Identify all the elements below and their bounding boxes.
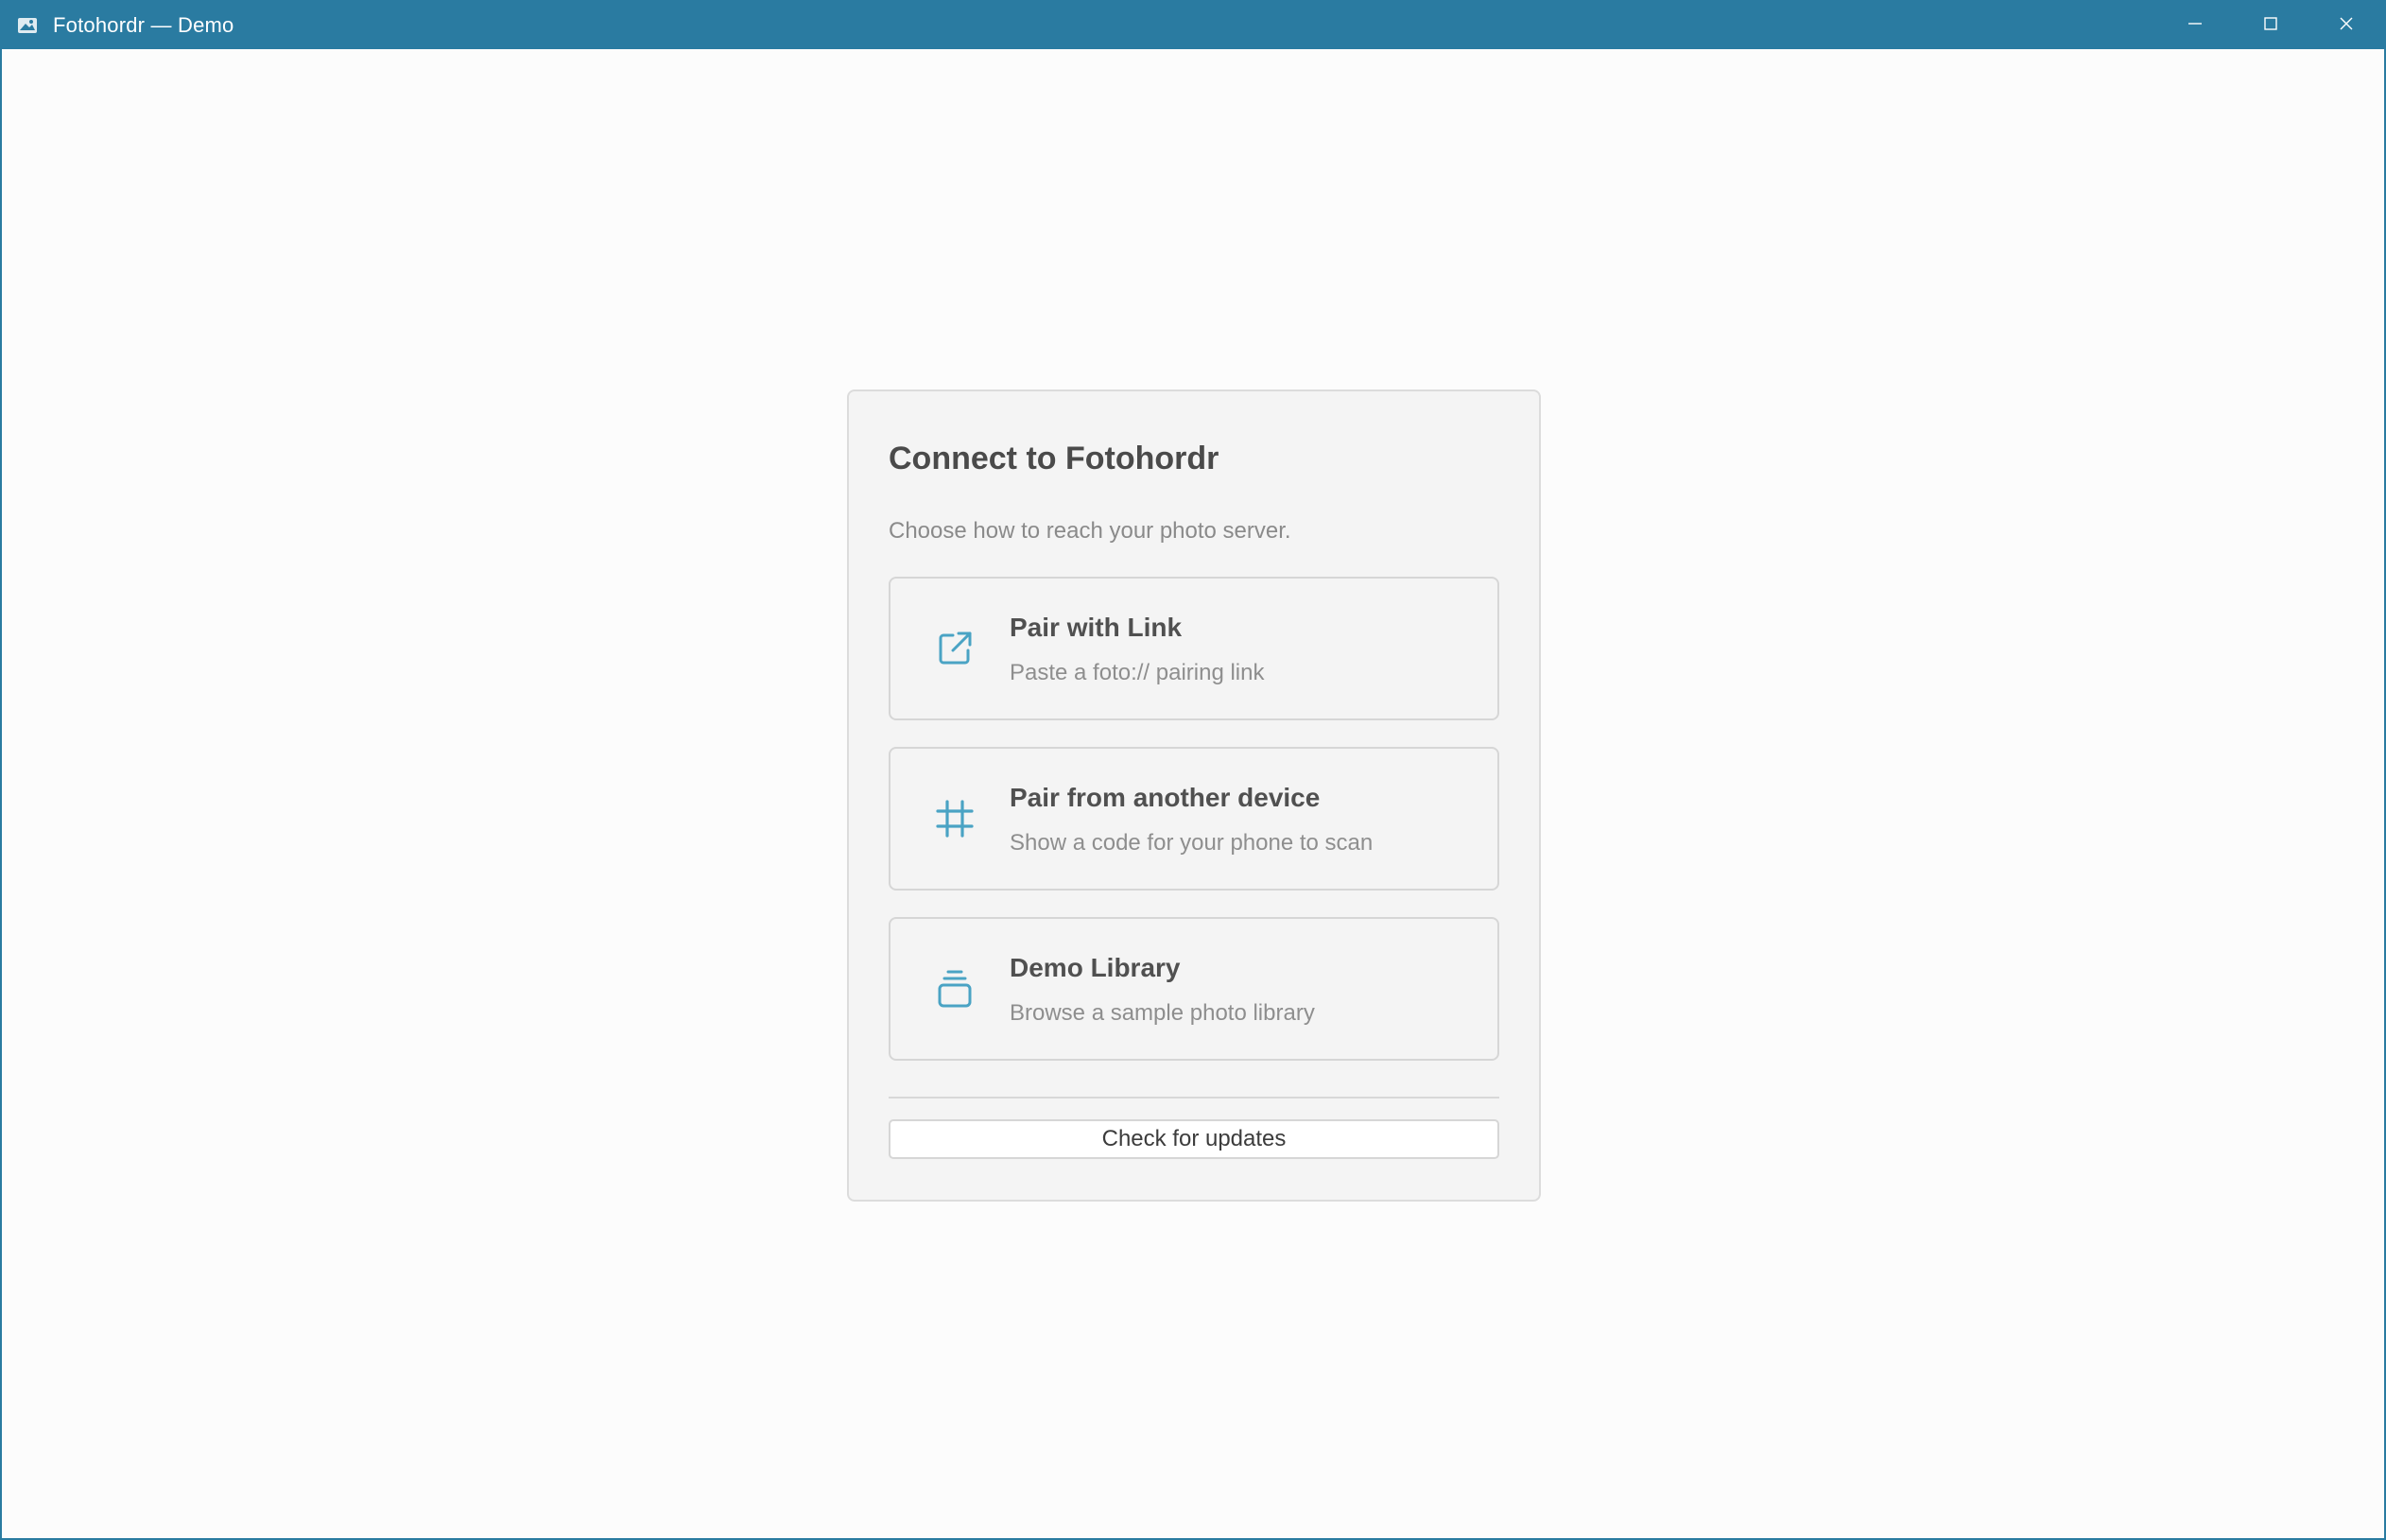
option-description: Paste a foto:// pairing link (1010, 660, 1265, 685)
app-window: Fotohordr — Demo Connect to Fotohordr Ch… (0, 0, 2386, 1540)
option-description: Show a code for your phone to scan (1010, 830, 1374, 856)
app-logo-icon (17, 17, 38, 34)
external-link-icon (932, 626, 977, 671)
hash-icon (932, 796, 977, 841)
maximize-button[interactable] (2233, 2, 2308, 49)
option-title: Pair from another device (1010, 783, 1321, 812)
option-title: Demo Library (1010, 953, 1181, 982)
card-title: Connect to Fotohordr (889, 441, 1219, 476)
minimize-button[interactable] (2157, 2, 2233, 49)
card-subtitle: Choose how to reach your photo server. (889, 518, 1291, 544)
pair-with-link-button[interactable]: Pair with Link Paste a foto:// pairing l… (889, 577, 1499, 720)
title-bar[interactable]: Fotohordr — Demo (2, 2, 2384, 49)
maximize-icon (2262, 15, 2279, 37)
divider (889, 1097, 1499, 1099)
option-description: Browse a sample photo library (1010, 1000, 1315, 1026)
close-icon (2338, 15, 2355, 37)
demo-library-button[interactable]: Demo Library Browse a sample photo libra… (889, 917, 1499, 1061)
connect-card: Connect to Fotohordr Choose how to reach… (847, 389, 1541, 1202)
main-content: Connect to Fotohordr Choose how to reach… (2, 49, 2384, 1538)
window-title: Fotohordr — Demo (53, 13, 234, 37)
option-title: Pair with Link (1010, 613, 1183, 642)
library-stack-icon (932, 966, 977, 1012)
close-button[interactable] (2308, 2, 2384, 49)
pair-from-device-button[interactable]: Pair from another device Show a code for… (889, 747, 1499, 891)
window-controls (2157, 2, 2384, 49)
minimize-icon (2187, 15, 2204, 37)
check-for-updates-button[interactable]: Check for updates (889, 1119, 1499, 1159)
